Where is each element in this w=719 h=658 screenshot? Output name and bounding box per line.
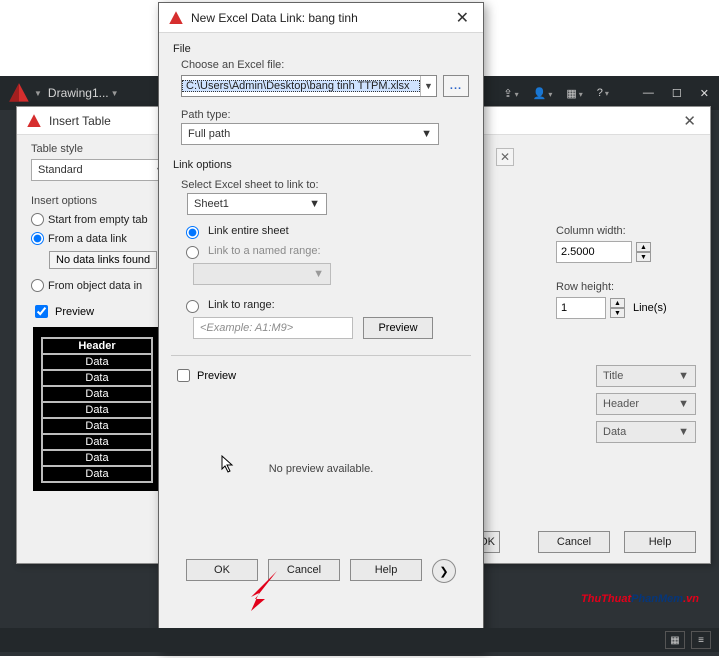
link-options-label: Link options: [173, 159, 469, 171]
watermark-text: ThuThuatPhanMem.vn: [581, 581, 699, 608]
insert-table-title: Insert Table: [49, 114, 111, 128]
opt-link-named[interactable]: Link to a named range:: [181, 243, 469, 259]
user-icon[interactable]: 👤▾: [533, 87, 553, 100]
named-range-select: ▼: [193, 263, 331, 285]
radio-from-object[interactable]: [31, 279, 44, 292]
close-icon[interactable]: ✕: [700, 87, 709, 100]
inner-close-button[interactable]: ✕: [496, 148, 514, 166]
autocad-logo-small: [25, 112, 43, 130]
no-preview-text: No preview available.: [269, 463, 374, 475]
radio-start-empty[interactable]: [31, 213, 44, 226]
preview-range-button[interactable]: Preview: [363, 317, 433, 339]
autocad-logo-small: [167, 9, 185, 27]
file-group-label: File: [173, 43, 469, 55]
cell-styles-column: Title▼ Header▼ Data▼: [596, 365, 696, 449]
column-width-spinner[interactable]: ▲▼: [636, 242, 651, 262]
sheet-select[interactable]: Sheet1 ▼: [187, 193, 327, 215]
excel-file-combo[interactable]: C:\Users\Admin\Desktop\bang tinh TTPM.xl…: [181, 75, 437, 97]
share-icon[interactable]: ⇪▾: [503, 87, 518, 100]
status-icon[interactable]: ≡: [691, 631, 711, 649]
document-tab[interactable]: Drawing1...: [48, 86, 109, 100]
opt-link-named-label: Link to a named range:: [208, 245, 321, 257]
autocad-logo: [6, 80, 32, 106]
data-link-titlebar: New Excel Data Link: bang tinh ✕: [159, 3, 483, 33]
row-height-label: Row height:: [556, 281, 696, 293]
preview-checkbox[interactable]: [177, 369, 190, 382]
sheet-value: Sheet1: [194, 198, 229, 210]
browse-button[interactable]: ...: [443, 75, 469, 97]
opt-link-entire-label: Link entire sheet: [208, 225, 289, 237]
help-button[interactable]: Help: [350, 559, 422, 581]
opt-link-entire[interactable]: Link entire sheet: [181, 223, 469, 239]
range-input[interactable]: <Example: A1:M9>: [193, 317, 353, 339]
chevron-right-icon: ❯: [439, 565, 448, 578]
radio-link-named[interactable]: [186, 246, 199, 259]
path-type-select[interactable]: Full path ▼: [181, 123, 439, 145]
data-link-title: New Excel Data Link: bang tinh: [191, 11, 358, 25]
choose-file-label: Choose an Excel file:: [181, 59, 469, 71]
maximize-icon[interactable]: ☐: [672, 87, 682, 100]
titlebar-right-cluster: ⇪▾ 👤▾ ▦▾ ?▾ — ☐ ✕: [503, 87, 713, 100]
preview-checkbox-label: Preview: [197, 370, 236, 382]
preview-checkbox-row[interactable]: Preview: [173, 366, 469, 385]
opt-start-empty-label: Start from empty tab: [48, 214, 148, 226]
datalink-select[interactable]: No data links found: [49, 251, 157, 269]
opt-from-object-label: From object data in: [48, 280, 142, 292]
radio-link-entire[interactable]: [186, 226, 199, 239]
minimize-icon[interactable]: —: [643, 87, 654, 100]
help-icon[interactable]: ?▾: [597, 87, 609, 99]
mouse-cursor-icon: [221, 455, 235, 475]
chevron-down-icon: ▼: [309, 198, 320, 210]
excel-file-value: C:\Users\Admin\Desktop\bang tinh TTPM.xl…: [182, 80, 420, 92]
preview-table: Header Data Data Data Data Data Data Dat…: [33, 327, 161, 491]
style-header-select[interactable]: Header▼: [596, 393, 696, 415]
autocad-statusbar: ▦ ≡: [0, 628, 719, 652]
row-height-unit: Line(s): [633, 302, 667, 314]
chevron-down-icon[interactable]: ▼: [34, 89, 42, 98]
opt-from-datalink-label: From a data link: [48, 233, 127, 245]
opt-link-range-label: Link to range:: [208, 299, 275, 311]
column-width-label: Column width:: [556, 225, 696, 237]
select-sheet-label: Select Excel sheet to link to:: [181, 179, 469, 191]
path-type-value: Full path: [188, 128, 230, 140]
table-style-value: Standard: [38, 164, 83, 176]
row-height-input[interactable]: 1: [556, 297, 606, 319]
chevron-down-icon: ▼: [421, 128, 432, 140]
row-height-spinner[interactable]: ▲▼: [610, 298, 625, 318]
help-button[interactable]: Help: [624, 531, 696, 553]
close-button[interactable]: ✕: [677, 110, 702, 132]
chevron-down-icon[interactable]: ▼: [111, 89, 119, 98]
cancel-button[interactable]: Cancel: [538, 531, 610, 553]
preview-data-cell: Data: [41, 465, 153, 483]
divider: [171, 355, 471, 356]
column-width-input[interactable]: 2.5000: [556, 241, 632, 263]
new-excel-data-link-dialog: New Excel Data Link: bang tinh ✕ File Ch…: [158, 2, 484, 651]
table-style-select[interactable]: Standard ▼: [31, 159, 171, 181]
preview-checkbox-label: Preview: [55, 306, 94, 318]
insert-table-right-column: Column width: 2.5000 ▲▼ Row height: 1 ▲▼…: [556, 223, 696, 319]
status-icon[interactable]: ▦: [665, 631, 685, 649]
preview-area: No preview available.: [173, 385, 469, 553]
radio-link-range[interactable]: [186, 300, 199, 313]
chevron-down-icon: ▼: [420, 76, 436, 96]
opt-link-range[interactable]: Link to range:: [181, 297, 469, 313]
path-type-label: Path type:: [181, 109, 469, 121]
style-title-select[interactable]: Title▼: [596, 365, 696, 387]
style-data-select[interactable]: Data▼: [596, 421, 696, 443]
apps-icon[interactable]: ▦▾: [566, 87, 582, 100]
expand-button[interactable]: ❯: [432, 559, 456, 583]
radio-from-datalink[interactable]: [31, 232, 44, 245]
preview-checkbox[interactable]: [35, 305, 48, 318]
window-controls: — ☐ ✕: [643, 87, 709, 100]
close-button[interactable]: ✕: [450, 6, 475, 30]
annotation-arrow-icon: [247, 567, 283, 611]
